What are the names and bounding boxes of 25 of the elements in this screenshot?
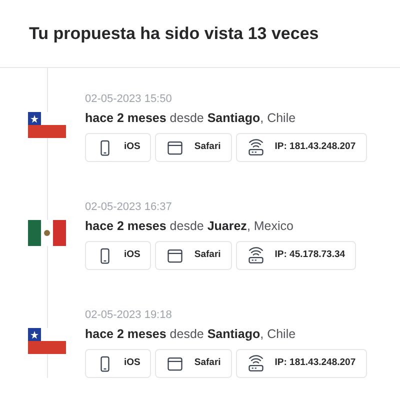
info-chip: IP: 181.43.248.207 <box>236 133 367 162</box>
router-icon <box>246 138 265 156</box>
browser-window-icon <box>166 246 184 264</box>
info-chip: iOS <box>85 349 152 378</box>
mexico-flag-icon <box>28 220 66 246</box>
chile-flag-icon <box>28 112 66 138</box>
view-summary: hace 2 meses desde Juarez, Mexico <box>85 218 294 235</box>
view-date: 02-05-2023 16:37 <box>85 200 173 214</box>
views-title: Tu propuesta ha sido vista 13 veces <box>29 22 319 45</box>
info-chip: Safari <box>155 241 232 270</box>
browser-window-icon <box>166 354 184 372</box>
info-chip: iOS <box>85 241 152 270</box>
info-chip: IP: 45.178.73.34 <box>236 241 356 270</box>
info-chip: IP: 181.43.248.207 <box>236 349 367 378</box>
view-date: 02-05-2023 19:18 <box>85 308 173 322</box>
router-icon <box>246 354 265 372</box>
info-chip: iOS <box>85 133 152 162</box>
router-icon <box>246 246 265 264</box>
info-chip: Safari <box>155 133 232 162</box>
chile-flag-icon <box>28 328 66 354</box>
view-summary: hace 2 meses desde Santiago, Chile <box>85 110 297 127</box>
browser-window-icon <box>166 138 184 156</box>
info-chip: Safari <box>155 349 232 378</box>
view-summary: hace 2 meses desde Santiago, Chile <box>85 326 297 343</box>
view-date: 02-05-2023 15:50 <box>85 92 173 106</box>
